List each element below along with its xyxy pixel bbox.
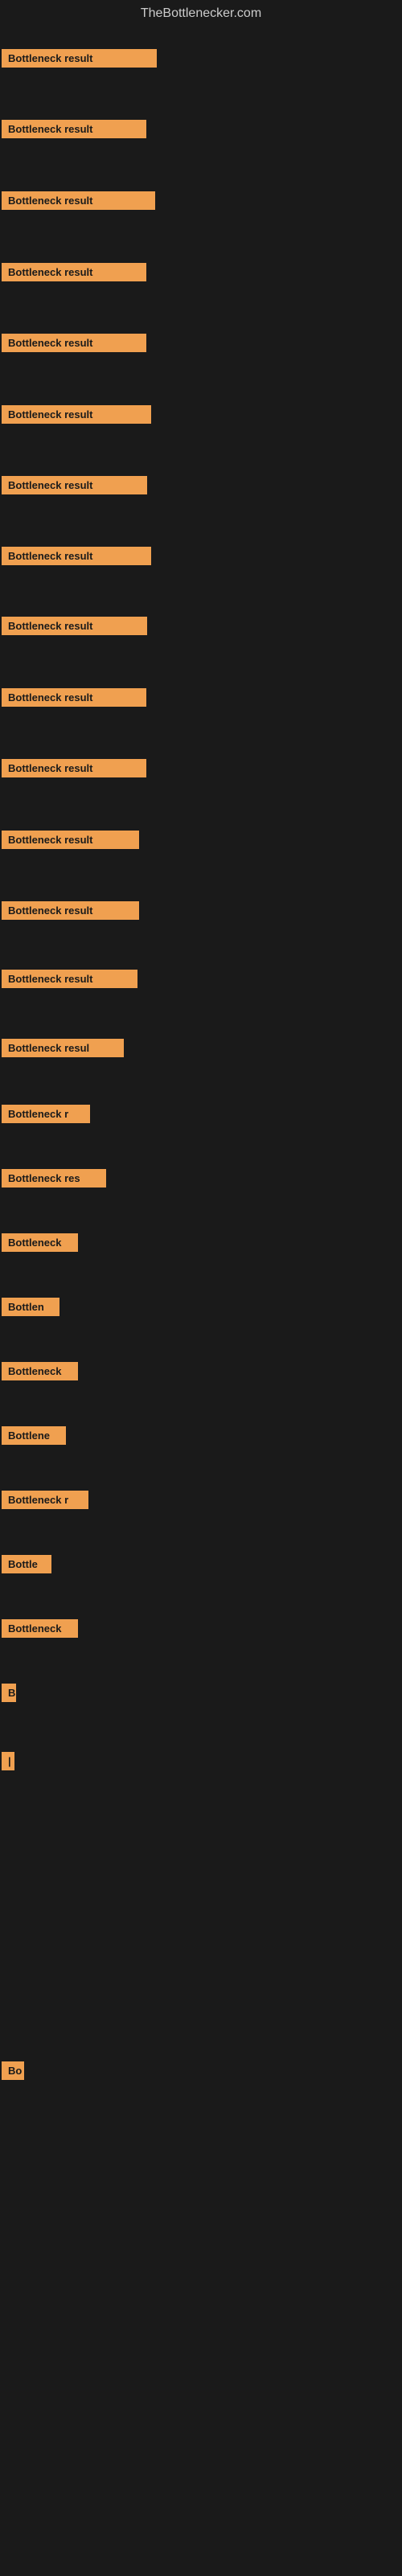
bottleneck-item: Bo <box>2 2061 24 2080</box>
bottleneck-item: Bottleneck result <box>2 688 146 707</box>
bottleneck-item: B <box>2 1684 16 1702</box>
site-title: TheBottlenecker.com <box>0 0 402 27</box>
bottleneck-item: Bottleneck result <box>2 49 157 68</box>
bottleneck-item: Bottleneck result <box>2 191 155 210</box>
bottleneck-item: Bottleneck r <box>2 1491 88 1509</box>
bottleneck-item: Bottleneck res <box>2 1169 106 1188</box>
bottleneck-item: Bottleneck result <box>2 476 147 494</box>
bottleneck-item: Bottleneck result <box>2 759 146 777</box>
bottleneck-item: Bottleneck result <box>2 970 137 988</box>
bottleneck-item: Bottleneck resul <box>2 1039 124 1057</box>
bottleneck-item: Bottleneck <box>2 1362 78 1380</box>
bottleneck-item: Bottleneck result <box>2 405 151 424</box>
bottleneck-item: Bottleneck result <box>2 547 151 565</box>
bottleneck-item: Bottleneck <box>2 1233 78 1252</box>
bottleneck-item: | <box>2 1752 14 1770</box>
bottleneck-item: Bottleneck result <box>2 617 147 635</box>
bottleneck-item: Bottleneck result <box>2 334 146 352</box>
bottleneck-item: Bottle <box>2 1555 51 1573</box>
bottleneck-item: Bottleneck result <box>2 120 146 138</box>
bottleneck-item: Bottlene <box>2 1426 66 1445</box>
bottleneck-item: Bottlen <box>2 1298 59 1316</box>
bottleneck-item: Bottleneck result <box>2 901 139 920</box>
bottleneck-item: Bottleneck <box>2 1619 78 1638</box>
bottleneck-item: Bottleneck result <box>2 831 139 849</box>
bottleneck-item: Bottleneck r <box>2 1105 90 1123</box>
page-wrapper: TheBottlenecker.com Bottleneck result Bot… <box>0 0 402 2576</box>
bottleneck-item: Bottleneck result <box>2 263 146 281</box>
